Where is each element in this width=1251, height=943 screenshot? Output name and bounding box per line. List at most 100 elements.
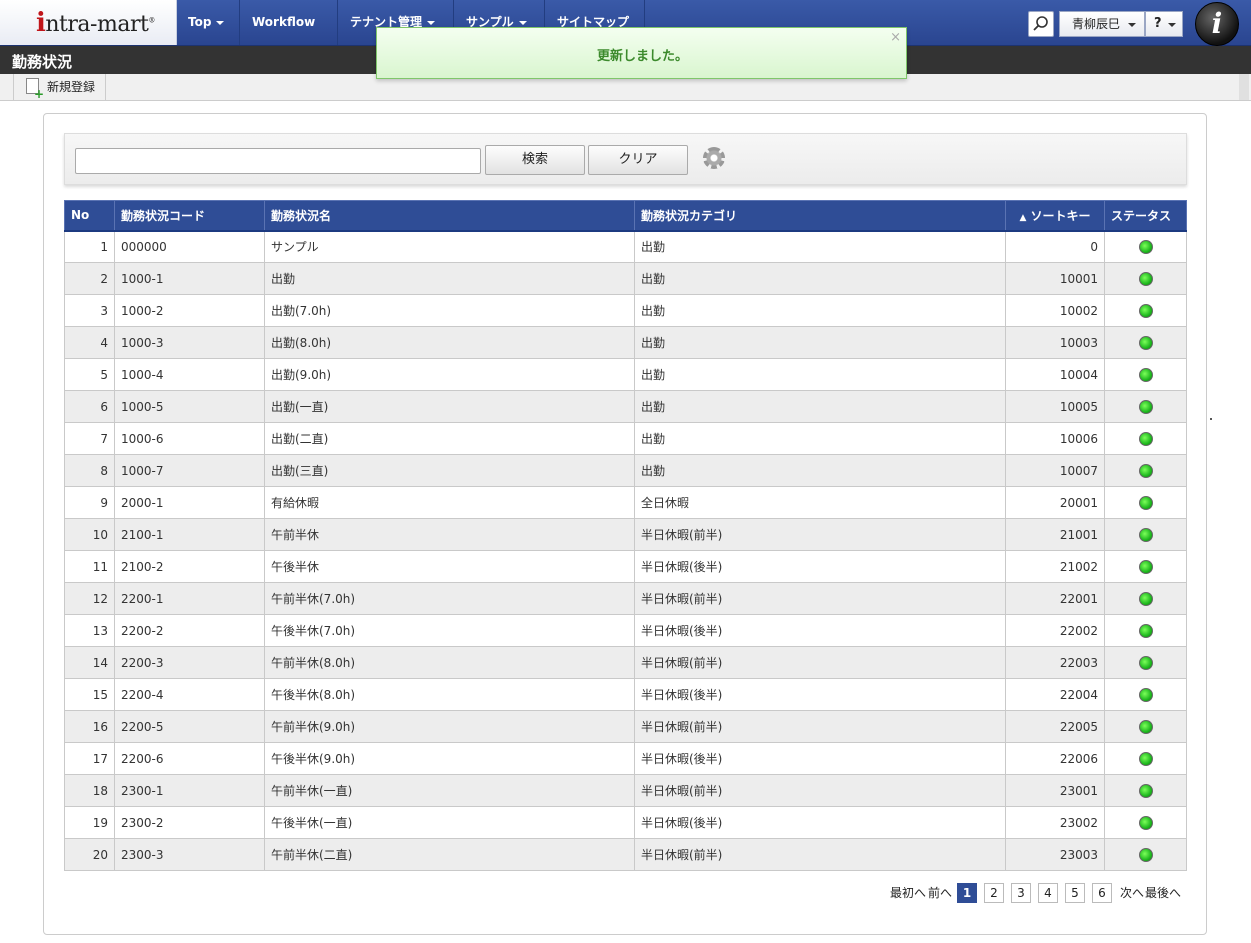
pager-last[interactable]: 最後へ xyxy=(1145,883,1181,903)
chevron-down-icon xyxy=(1168,23,1176,27)
user-menu-button[interactable]: 青柳辰巳 xyxy=(1059,11,1145,37)
status-active-icon xyxy=(1138,463,1153,478)
table-row[interactable]: 9 2000-1 有給休暇 全日休暇 20001 xyxy=(64,486,1187,519)
cell-code: 1000-3 xyxy=(114,326,265,359)
column-header-code[interactable]: 勤務状況コード xyxy=(114,200,265,232)
cell-status xyxy=(1104,518,1187,551)
column-header-sort-key[interactable]: ▲ ソートキー xyxy=(1005,200,1105,232)
status-active-icon xyxy=(1138,559,1153,574)
cell-category: 半日休暇(前半) xyxy=(634,774,1006,807)
nav-workflow[interactable]: Workflow xyxy=(240,0,338,70)
status-active-icon xyxy=(1138,527,1153,542)
status-active-icon xyxy=(1138,303,1153,318)
table-row[interactable]: 20 2300-3 午前半休(二直) 半日休暇(前半) 23003 xyxy=(64,838,1187,871)
cell-sort-key: 22001 xyxy=(1005,582,1105,615)
table-row[interactable]: 10 2100-1 午前半休 半日休暇(前半) 21001 xyxy=(64,518,1187,551)
new-register-button[interactable]: 新規登録 xyxy=(13,74,107,100)
cell-code: 1000-5 xyxy=(114,390,265,423)
cell-name: 午前半休(9.0h) xyxy=(264,710,635,743)
logo[interactable]: intra-mart® xyxy=(0,0,177,45)
table-row[interactable]: 12 2200-1 午前半休(7.0h) 半日休暇(前半) 22001 xyxy=(64,582,1187,615)
help-menu-button[interactable]: ? xyxy=(1145,11,1183,37)
status-active-icon xyxy=(1138,431,1153,446)
close-icon[interactable]: × xyxy=(890,30,901,45)
brand-icon[interactable]: i xyxy=(1195,2,1239,46)
cell-no: 6 xyxy=(64,390,115,423)
cell-sort-key: 10003 xyxy=(1005,326,1105,359)
cell-sort-key: 22006 xyxy=(1005,742,1105,775)
cell-status xyxy=(1104,294,1187,327)
cell-no: 18 xyxy=(64,774,115,807)
cell-name: 出勤(8.0h) xyxy=(264,326,635,359)
cell-sort-key: 22004 xyxy=(1005,678,1105,711)
table-row[interactable]: 7 1000-6 出勤(二直) 出勤 10006 xyxy=(64,422,1187,455)
nav-top[interactable]: Top xyxy=(176,0,240,45)
cell-no: 14 xyxy=(64,646,115,679)
cell-no: 7 xyxy=(64,422,115,455)
cell-name: 午後半休(9.0h) xyxy=(264,742,635,775)
chevron-down-icon xyxy=(1128,23,1136,27)
cell-category: 出勤 xyxy=(634,454,1006,487)
add-document-icon xyxy=(26,78,44,99)
pager-page-6[interactable]: 6 xyxy=(1092,883,1112,903)
column-header-no[interactable]: No xyxy=(64,200,115,232)
cell-name: 出勤(9.0h) xyxy=(264,358,635,391)
cell-status xyxy=(1104,486,1187,519)
pager-page-1[interactable]: 1 xyxy=(957,883,977,903)
cell-name: 午後半休(7.0h) xyxy=(264,614,635,647)
clear-button[interactable]: クリア xyxy=(588,145,688,175)
cell-category: 半日休暇(後半) xyxy=(634,806,1006,839)
table-row[interactable]: 6 1000-5 出勤(一直) 出勤 10005 xyxy=(64,390,1187,423)
table-row[interactable]: 14 2200-3 午前半休(8.0h) 半日休暇(前半) 22003 xyxy=(64,646,1187,679)
cell-status xyxy=(1104,230,1187,263)
table-row[interactable]: 3 1000-2 出勤(7.0h) 出勤 10002 xyxy=(64,294,1187,327)
chevron-down-icon xyxy=(216,20,225,25)
cell-category: 出勤 xyxy=(634,294,1006,327)
table-row[interactable]: 16 2200-5 午前半休(9.0h) 半日休暇(前半) 22005 xyxy=(64,710,1187,743)
table-row[interactable]: 13 2200-2 午後半休(7.0h) 半日休暇(後半) 22002 xyxy=(64,614,1187,647)
table-row[interactable]: 15 2200-4 午後半休(8.0h) 半日休暇(後半) 22004 xyxy=(64,678,1187,711)
table-row[interactable]: 4 1000-3 出勤(8.0h) 出勤 10003 xyxy=(64,326,1187,359)
pager-page-5[interactable]: 5 xyxy=(1065,883,1085,903)
column-header-category[interactable]: 勤務状況カテゴリ xyxy=(634,200,1006,232)
cell-code: 2300-1 xyxy=(114,774,265,807)
scrollbar[interactable] xyxy=(1239,74,1249,100)
search-button[interactable]: 検索 xyxy=(485,145,585,175)
pager-page-2[interactable]: 2 xyxy=(984,883,1004,903)
page-title: 勤務状況 xyxy=(12,53,73,71)
status-active-icon xyxy=(1138,655,1153,670)
column-header-status[interactable]: ステータス xyxy=(1104,200,1187,232)
table-row[interactable]: 8 1000-7 出勤(三直) 出勤 10007 xyxy=(64,454,1187,487)
data-table: No 勤務状況コード 勤務状況名 勤務状況カテゴリ ▲ ソートキー ステータス 1… xyxy=(64,200,1187,871)
cell-no: 3 xyxy=(64,294,115,327)
success-notification: 更新しました。 × xyxy=(376,27,907,79)
cell-no: 13 xyxy=(64,614,115,647)
cell-category: 半日休暇(前半) xyxy=(634,838,1006,871)
gear-icon[interactable] xyxy=(703,147,725,169)
search-icon[interactable] xyxy=(1028,11,1054,37)
pager-page-4[interactable]: 4 xyxy=(1038,883,1058,903)
table-row[interactable]: 17 2200-6 午後半休(9.0h) 半日休暇(後半) 22006 xyxy=(64,742,1187,775)
table-row[interactable]: 1 000000 サンプル 出勤 0 xyxy=(64,230,1187,263)
cell-sort-key: 22005 xyxy=(1005,710,1105,743)
pager-first[interactable]: 最初へ xyxy=(890,883,926,903)
status-active-icon xyxy=(1138,719,1153,734)
cell-code: 2300-2 xyxy=(114,806,265,839)
search-input[interactable] xyxy=(75,148,481,174)
table-row[interactable]: 5 1000-4 出勤(9.0h) 出勤 10004 xyxy=(64,358,1187,391)
cell-code: 1000-6 xyxy=(114,422,265,455)
cell-name: 午前半休(二直) xyxy=(264,838,635,871)
cell-category: 出勤 xyxy=(634,326,1006,359)
table-row[interactable]: 18 2300-1 午前半休(一直) 半日休暇(前半) 23001 xyxy=(64,774,1187,807)
table-row[interactable]: 19 2300-2 午後半休(一直) 半日休暇(後半) 23002 xyxy=(64,806,1187,839)
cell-name: 午前半休(8.0h) xyxy=(264,646,635,679)
pager-page-3[interactable]: 3 xyxy=(1011,883,1031,903)
column-header-name[interactable]: 勤務状況名 xyxy=(264,200,635,232)
pager-prev[interactable]: 前へ xyxy=(928,883,952,903)
cell-name: 出勤(三直) xyxy=(264,454,635,487)
cell-status xyxy=(1104,838,1187,871)
cell-no: 9 xyxy=(64,486,115,519)
table-row[interactable]: 11 2100-2 午後半休 半日休暇(後半) 21002 xyxy=(64,550,1187,583)
pager-next[interactable]: 次へ xyxy=(1120,883,1144,903)
table-row[interactable]: 2 1000-1 出勤 出勤 10001 xyxy=(64,262,1187,295)
